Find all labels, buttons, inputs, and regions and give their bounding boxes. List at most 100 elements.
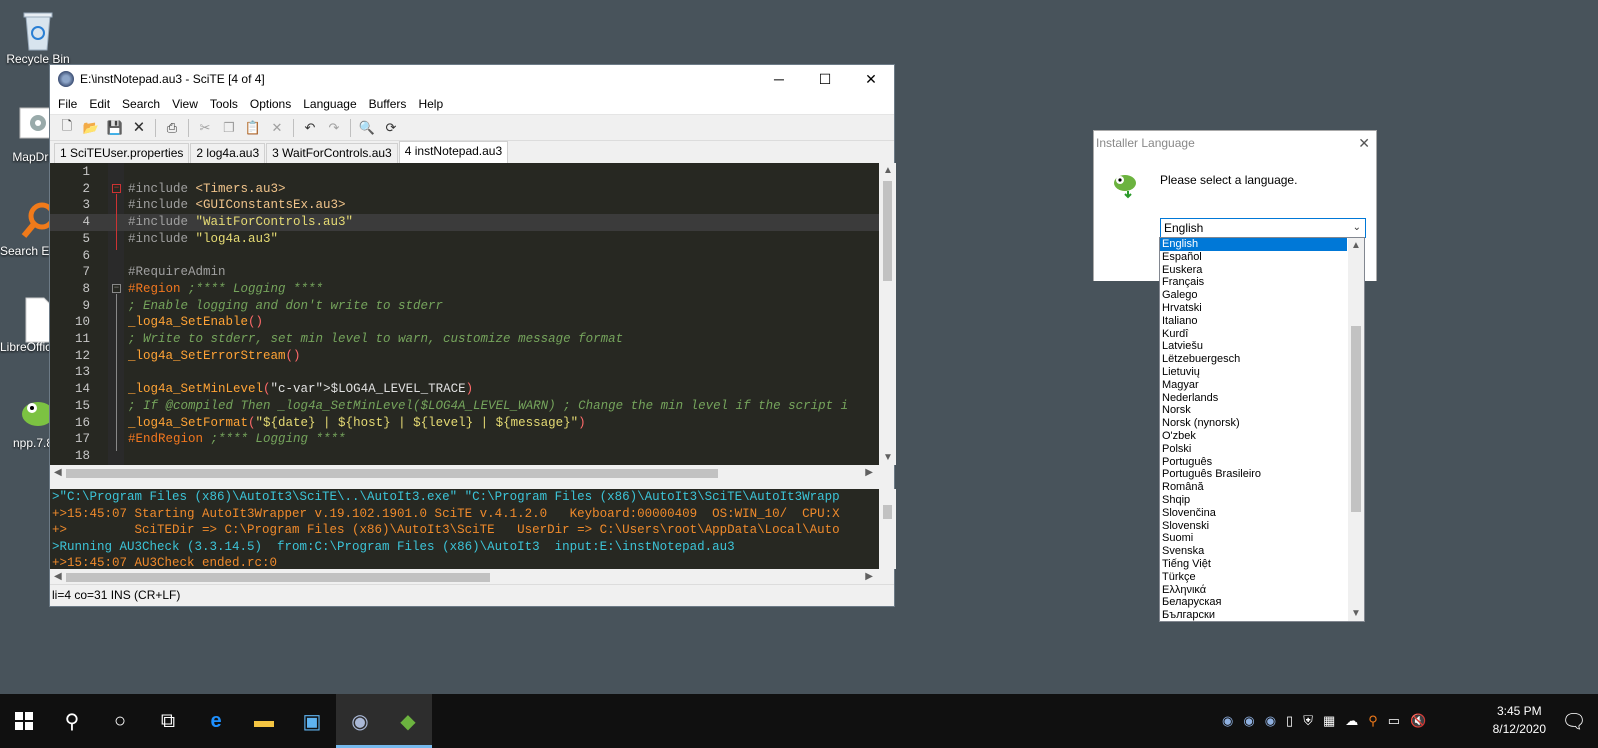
- scroll-left-arrow[interactable]: ◀: [54, 467, 62, 478]
- menu-language[interactable]: Language: [297, 97, 362, 111]
- save-icon[interactable]: 💾: [104, 118, 126, 138]
- menu-search[interactable]: Search: [116, 97, 166, 111]
- language-option[interactable]: Magyar: [1160, 379, 1347, 392]
- dialog-title-bar[interactable]: Installer Language ✕: [1094, 131, 1376, 155]
- taskbar-file-explorer[interactable]: ▬: [240, 694, 288, 748]
- output-pane[interactable]: >"C:\Program Files (x86)\AutoIt3\SciTE\.…: [50, 489, 879, 569]
- menu-help[interactable]: Help: [412, 97, 449, 111]
- taskbar-control-panel[interactable]: ▣: [288, 694, 336, 748]
- menu-buffers[interactable]: Buffers: [363, 97, 413, 111]
- scroll-left-arrow[interactable]: ◀: [54, 571, 62, 582]
- menu-view[interactable]: View: [166, 97, 204, 111]
- title-bar[interactable]: E:\instNotepad.au3 - SciTE [4 of 4] ─ ☐ …: [50, 65, 894, 93]
- language-option[interactable]: Português Brasileiro: [1160, 468, 1347, 481]
- tab-log4a[interactable]: 2 log4a.au3: [190, 143, 266, 163]
- language-option[interactable]: Lietuvių: [1160, 366, 1347, 379]
- language-option[interactable]: English: [1160, 238, 1347, 251]
- language-option[interactable]: O'zbek: [1160, 430, 1347, 443]
- task-view-button[interactable]: ⧉: [144, 694, 192, 748]
- new-file-icon[interactable]: 🗋: [56, 118, 78, 138]
- scroll-up-arrow[interactable]: ▲: [883, 165, 893, 176]
- language-option[interactable]: Suomi: [1160, 532, 1347, 545]
- close-file-icon[interactable]: 🗙: [128, 118, 150, 138]
- language-option[interactable]: Български: [1160, 609, 1347, 621]
- menu-file[interactable]: File: [52, 97, 83, 111]
- language-option[interactable]: Norsk: [1160, 404, 1347, 417]
- language-option[interactable]: Galego: [1160, 289, 1347, 302]
- language-option[interactable]: Türkçe: [1160, 571, 1347, 584]
- language-option[interactable]: Italiano: [1160, 315, 1347, 328]
- dropdown-scrollbar[interactable]: ▲ ▼: [1348, 238, 1364, 621]
- cortana-button[interactable]: ○: [96, 694, 144, 748]
- taskbar-edge[interactable]: e: [192, 694, 240, 748]
- cloud-icon[interactable]: ☁: [1345, 713, 1358, 729]
- search-everything-tray-icon[interactable]: ⚲: [1368, 713, 1378, 729]
- scite-tray-icon[interactable]: ◉: [1243, 713, 1254, 729]
- scroll-down-arrow[interactable]: ▼: [883, 452, 893, 463]
- scite-tray-icon[interactable]: ◉: [1265, 713, 1276, 729]
- shield-icon[interactable]: ⛨: [1303, 713, 1313, 729]
- replace-icon[interactable]: ⟳: [380, 118, 402, 138]
- close-button[interactable]: ✕: [848, 65, 894, 93]
- menu-tools[interactable]: Tools: [204, 97, 244, 111]
- language-option[interactable]: Ελληνικά: [1160, 584, 1347, 597]
- code-editor[interactable]: 1 2 #include <Timers.au3> 3 #include <GUICon…: [50, 163, 879, 465]
- language-option[interactable]: Latviešu: [1160, 340, 1347, 353]
- volume-muted-icon[interactable]: 🔇: [1410, 713, 1426, 729]
- vmware-icon[interactable]: ▦: [1323, 713, 1335, 729]
- scroll-right-arrow[interactable]: ▶: [865, 571, 873, 582]
- scroll-down-arrow[interactable]: ▼: [1351, 608, 1361, 619]
- language-option[interactable]: Euskera: [1160, 264, 1347, 277]
- menu-edit[interactable]: Edit: [83, 97, 116, 111]
- open-folder-icon[interactable]: 📂: [80, 118, 102, 138]
- language-option[interactable]: Slovenski: [1160, 520, 1347, 533]
- dialog-close-button[interactable]: ✕: [1358, 131, 1370, 155]
- language-option[interactable]: Polski: [1160, 443, 1347, 456]
- scroll-up-arrow[interactable]: ▲: [1351, 240, 1361, 251]
- language-option[interactable]: Kurdî: [1160, 328, 1347, 341]
- network-icon[interactable]: ▭: [1388, 713, 1400, 729]
- fold-toggle-icon[interactable]: −: [112, 283, 121, 293]
- find-icon[interactable]: 🔍: [356, 118, 378, 138]
- cut-icon[interactable]: ✂: [194, 118, 216, 138]
- scite-tray-icon[interactable]: ◉: [1222, 713, 1233, 729]
- scroll-right-arrow[interactable]: ▶: [865, 467, 873, 478]
- language-option[interactable]: Norsk (nynorsk): [1160, 417, 1347, 430]
- language-option[interactable]: Română: [1160, 481, 1347, 494]
- paste-icon[interactable]: 📋: [242, 118, 264, 138]
- language-select[interactable]: English ⌄: [1160, 218, 1366, 238]
- taskbar-scite[interactable]: ◉: [336, 694, 384, 748]
- language-option[interactable]: Svenska: [1160, 545, 1347, 558]
- editor-horizontal-scrollbar[interactable]: ◀ ▶: [50, 465, 879, 482]
- copy-icon[interactable]: ❐: [218, 118, 240, 138]
- usb-icon[interactable]: ▯: [1286, 713, 1293, 729]
- minimize-button[interactable]: ─: [756, 65, 802, 93]
- clock[interactable]: 3:45 PM 8/12/2020: [1493, 702, 1546, 738]
- menu-options[interactable]: Options: [244, 97, 297, 111]
- language-dropdown-list[interactable]: English Español Euskera Français Galego Hrvat…: [1159, 237, 1365, 622]
- redo-icon[interactable]: ↷: [323, 118, 345, 138]
- language-option[interactable]: Français: [1160, 276, 1347, 289]
- language-option[interactable]: Português: [1160, 456, 1347, 469]
- tab-waitforcontrols[interactable]: 3 WaitForControls.au3: [266, 143, 398, 163]
- language-option[interactable]: Nederlands: [1160, 392, 1347, 405]
- language-option[interactable]: Shqip: [1160, 494, 1347, 507]
- print-icon[interactable]: ⎙: [161, 118, 183, 138]
- undo-icon[interactable]: ↶: [299, 118, 321, 138]
- language-option[interactable]: Español: [1160, 251, 1347, 264]
- language-option[interactable]: Tiếng Việt: [1160, 558, 1347, 571]
- output-vertical-scrollbar[interactable]: [879, 489, 896, 569]
- fold-toggle-icon[interactable]: −: [112, 183, 121, 193]
- tab-scite-user-properties[interactable]: 1 SciTEUser.properties: [54, 143, 190, 163]
- language-option[interactable]: Lëtzebuergesch: [1160, 353, 1347, 366]
- delete-icon[interactable]: ✕: [266, 118, 288, 138]
- desktop-icon-recycle-bin[interactable]: Recycle Bin: [0, 8, 76, 66]
- editor-vertical-scrollbar[interactable]: ▲ ▼: [879, 163, 896, 465]
- language-option[interactable]: Hrvatski: [1160, 302, 1347, 315]
- start-button[interactable]: [0, 694, 48, 748]
- taskbar-installer[interactable]: ◆: [384, 694, 432, 748]
- maximize-button[interactable]: ☐: [802, 65, 848, 93]
- notifications-button[interactable]: 🗨: [1550, 694, 1598, 748]
- language-option[interactable]: Slovenčina: [1160, 507, 1347, 520]
- language-option[interactable]: Беларуская: [1160, 596, 1347, 609]
